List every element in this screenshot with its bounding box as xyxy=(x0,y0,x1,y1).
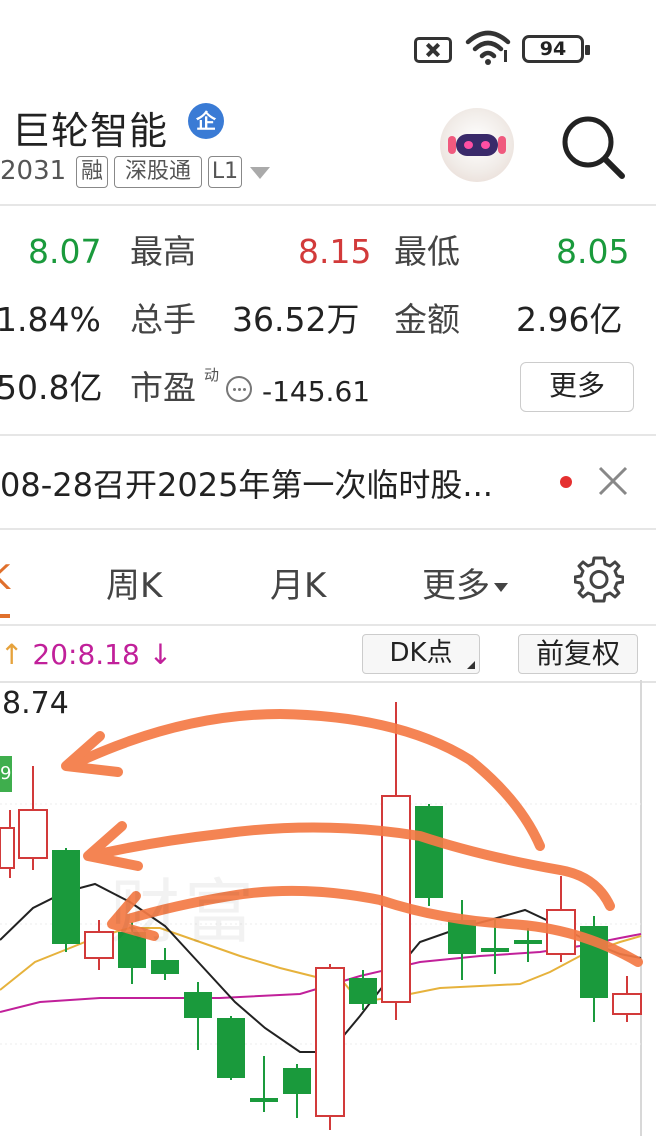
kline-chart[interactable]: 8.74 9 财富 xyxy=(0,680,656,1136)
turnover-rate: 1.84% xyxy=(0,300,101,339)
stock-header: 巨轮智能 企 2031 融 深股通 L1 xyxy=(0,90,656,204)
notice-text[interactable]: 08-28召开2025年第一次临时股... xyxy=(0,460,493,506)
candle-down xyxy=(217,1018,245,1078)
volume-label: 总手 xyxy=(130,300,196,339)
chart-max-price: 8.74 xyxy=(2,686,69,721)
candle-down xyxy=(349,978,377,1004)
gear-icon[interactable] xyxy=(574,554,624,604)
tab-more-label: 更多 xyxy=(422,566,490,606)
tab-weekly-k[interactable]: 周K xyxy=(106,558,162,607)
info-dots-icon[interactable] xyxy=(226,376,252,402)
wifi-icon xyxy=(465,30,511,65)
ma-down-arrow: ↓ xyxy=(148,638,173,671)
battery-level: 94 xyxy=(539,38,567,60)
candle-down xyxy=(514,940,542,944)
candle-up xyxy=(84,931,114,959)
chart-toolbar: ↑ 20:8.18 ↓ DK点 前复权 xyxy=(0,628,656,680)
dropdown-corner-icon xyxy=(467,661,475,669)
ma-indicator: ↑ 20:8.18 ↓ xyxy=(0,638,172,671)
high-label: 最高 xyxy=(130,232,196,271)
low-label: 最低 xyxy=(394,232,460,271)
tab-active-indicator xyxy=(0,614,10,618)
enterprise-badge[interactable]: 企 xyxy=(188,103,224,139)
ma-up-arrow: ↑ xyxy=(0,638,24,671)
candle-down xyxy=(481,948,509,952)
high-value: 8.15 xyxy=(298,232,372,271)
dk-point-button[interactable]: DK点 xyxy=(362,634,480,674)
tag-margin[interactable]: 融 xyxy=(76,156,108,188)
tag-shenzhen-connect[interactable]: 深股通 xyxy=(114,156,202,188)
unread-dot xyxy=(560,476,572,488)
candle-up xyxy=(315,967,345,1117)
candle-down xyxy=(151,960,179,974)
tab-monthly-k[interactable]: 月K xyxy=(270,558,326,607)
pe-label: 市盈 xyxy=(130,368,196,407)
amount-label: 金额 xyxy=(394,300,460,339)
candle-down xyxy=(52,850,80,944)
ma20-value: 20:8.18 xyxy=(32,638,140,671)
close-icon[interactable] xyxy=(596,464,630,498)
kline-svg xyxy=(0,680,656,1136)
robot-ear xyxy=(498,136,506,154)
robot-eye xyxy=(481,141,490,149)
pe-dynamic-tag: 动 xyxy=(204,366,220,384)
quote-panel: 8.07 最高 8.15 最低 8.05 1.84% 总手 36.52万 金额 … xyxy=(0,206,656,434)
pe-value: -145.61 xyxy=(262,375,371,408)
chevron-down-icon[interactable] xyxy=(250,167,270,179)
amount-value: 2.96亿 xyxy=(516,300,623,339)
divider xyxy=(0,624,656,626)
candle-up xyxy=(18,809,48,859)
robot-ear xyxy=(448,136,456,154)
dk-point-label: DK点 xyxy=(389,638,453,668)
candle-down xyxy=(184,992,212,1018)
status-bar: 94 xyxy=(0,0,656,90)
robot-eye xyxy=(464,141,473,149)
stock-code: 2031 xyxy=(0,156,67,186)
market-cap: 50.8亿 xyxy=(0,368,103,407)
candle-down xyxy=(250,1098,278,1102)
chart-marker-badge[interactable]: 9 xyxy=(0,756,12,792)
battery-icon: 94 xyxy=(522,35,590,63)
notice-bar[interactable]: 08-28召开2025年第一次临时股... xyxy=(0,436,656,528)
search-icon[interactable] xyxy=(558,112,628,182)
candle-up xyxy=(0,827,15,869)
period-tabs: K 周K 月K 更多 xyxy=(0,530,656,624)
tab-more[interactable]: 更多 xyxy=(422,558,508,607)
watermark: 财富 xyxy=(110,871,258,953)
candle-up xyxy=(612,993,642,1015)
chevron-down-icon xyxy=(494,583,508,592)
open-value: 8.07 xyxy=(28,232,102,271)
candle-down xyxy=(415,806,443,898)
volume-value: 36.52万 xyxy=(232,300,360,339)
stock-name: 巨轮智能 xyxy=(12,109,169,153)
candle-down xyxy=(283,1068,311,1094)
low-value: 8.05 xyxy=(556,232,630,271)
robot-assistant-icon[interactable] xyxy=(440,108,514,182)
tag-l1[interactable]: L1 xyxy=(208,156,242,188)
adjust-price-button[interactable]: 前复权 xyxy=(518,634,638,674)
tab-daily-k[interactable]: K xyxy=(0,558,10,598)
sim-off-icon xyxy=(414,37,452,63)
robot-face xyxy=(456,134,498,156)
more-quote-button[interactable]: 更多 xyxy=(520,362,634,412)
